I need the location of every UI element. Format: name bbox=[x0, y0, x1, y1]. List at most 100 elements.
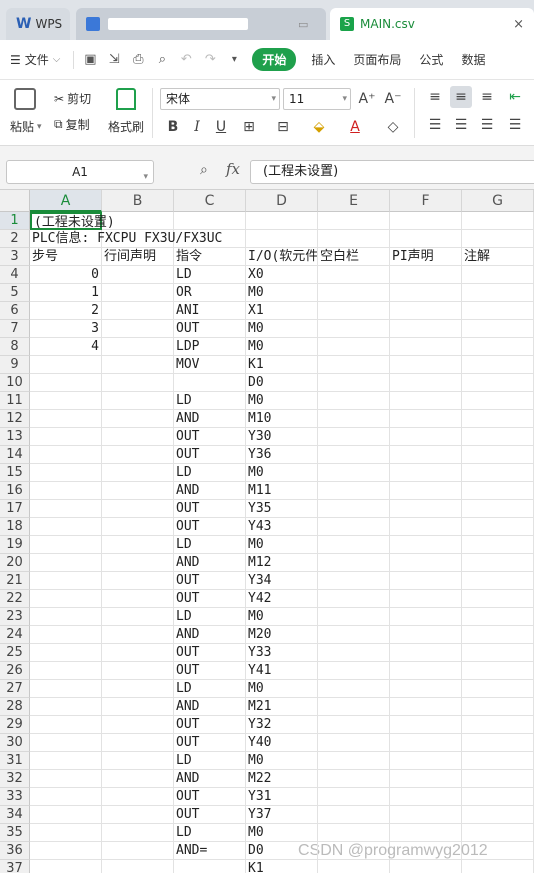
cell-c26[interactable]: OUT bbox=[174, 662, 246, 680]
align-bottom-icon[interactable]: ≡ bbox=[476, 86, 498, 108]
cell-e29[interactable] bbox=[318, 716, 390, 734]
cell-e6[interactable] bbox=[318, 302, 390, 320]
cell-b21[interactable] bbox=[102, 572, 174, 590]
cell-e27[interactable] bbox=[318, 680, 390, 698]
cell-b16[interactable] bbox=[102, 482, 174, 500]
cell-a1[interactable]: (工程未设置) bbox=[30, 212, 115, 230]
row-header[interactable]: 35 bbox=[0, 824, 30, 842]
row-header[interactable]: 16 bbox=[0, 482, 30, 500]
cell-c29[interactable]: OUT bbox=[174, 716, 246, 734]
cell-g6[interactable] bbox=[462, 302, 534, 320]
cell-a5[interactable]: 1 bbox=[30, 284, 102, 302]
cell-a16[interactable] bbox=[30, 482, 102, 500]
cell-d3[interactable]: I/O(软元件) bbox=[246, 248, 318, 266]
cell-a11[interactable] bbox=[30, 392, 102, 410]
select-all-corner[interactable] bbox=[0, 190, 30, 212]
cell-d6[interactable]: X1 bbox=[246, 302, 318, 320]
cell-b13[interactable] bbox=[102, 428, 174, 446]
cell-c3[interactable]: 指令 bbox=[174, 248, 246, 266]
cell-a18[interactable] bbox=[30, 518, 102, 536]
cell-f31[interactable] bbox=[390, 752, 462, 770]
borders-icon[interactable]: ⊞ bbox=[238, 116, 260, 138]
cell-e10[interactable] bbox=[318, 374, 390, 392]
cell-f17[interactable] bbox=[390, 500, 462, 518]
cell-e19[interactable] bbox=[318, 536, 390, 554]
cell-e4[interactable] bbox=[318, 266, 390, 284]
cell-e25[interactable] bbox=[318, 644, 390, 662]
cell-b5[interactable] bbox=[102, 284, 174, 302]
cell-g27[interactable] bbox=[462, 680, 534, 698]
cell-e1[interactable] bbox=[318, 212, 390, 230]
cell-f32[interactable] bbox=[390, 770, 462, 788]
cell-c25[interactable]: OUT bbox=[174, 644, 246, 662]
cell-g16[interactable] bbox=[462, 482, 534, 500]
cell-c20[interactable]: AND bbox=[174, 554, 246, 572]
cell-a7[interactable]: 3 bbox=[30, 320, 102, 338]
cell-e12[interactable] bbox=[318, 410, 390, 428]
cell-c21[interactable]: OUT bbox=[174, 572, 246, 590]
cell-d10[interactable]: D0 bbox=[246, 374, 318, 392]
row-header[interactable]: 36 bbox=[0, 842, 30, 860]
cell-d13[interactable]: Y30 bbox=[246, 428, 318, 446]
cell-f24[interactable] bbox=[390, 626, 462, 644]
row-header[interactable]: 25 bbox=[0, 644, 30, 662]
cell-b31[interactable] bbox=[102, 752, 174, 770]
cell-e7[interactable] bbox=[318, 320, 390, 338]
cell-a34[interactable] bbox=[30, 806, 102, 824]
column-header-e[interactable]: E bbox=[318, 190, 390, 212]
cell-c7[interactable]: OUT bbox=[174, 320, 246, 338]
row-header[interactable]: 33 bbox=[0, 788, 30, 806]
cell-d28[interactable]: M21 bbox=[246, 698, 318, 716]
format-painter-icon[interactable] bbox=[116, 88, 136, 110]
cell-f3[interactable]: PI声明 bbox=[390, 248, 462, 266]
row-header[interactable]: 1 bbox=[0, 212, 30, 230]
cell-g7[interactable] bbox=[462, 320, 534, 338]
cell-a26[interactable] bbox=[30, 662, 102, 680]
cell-e5[interactable] bbox=[318, 284, 390, 302]
cell-b7[interactable] bbox=[102, 320, 174, 338]
cell-b34[interactable] bbox=[102, 806, 174, 824]
column-header-f[interactable]: F bbox=[390, 190, 462, 212]
cell-e21[interactable] bbox=[318, 572, 390, 590]
cell-b24[interactable] bbox=[102, 626, 174, 644]
cell-b8[interactable] bbox=[102, 338, 174, 356]
cell-d22[interactable]: Y42 bbox=[246, 590, 318, 608]
cell-b20[interactable] bbox=[102, 554, 174, 572]
cell-g35[interactable] bbox=[462, 824, 534, 842]
cell-b11[interactable] bbox=[102, 392, 174, 410]
align-top-icon[interactable]: ≡ bbox=[424, 86, 446, 108]
print-icon[interactable]: ⎙ bbox=[126, 52, 150, 67]
cell-c22[interactable]: OUT bbox=[174, 590, 246, 608]
cell-a17[interactable] bbox=[30, 500, 102, 518]
cell-d34[interactable]: Y37 bbox=[246, 806, 318, 824]
row-header[interactable]: 12 bbox=[0, 410, 30, 428]
cell-e37[interactable] bbox=[318, 860, 390, 873]
undo-icon[interactable]: ↶ bbox=[174, 52, 198, 67]
column-header-g[interactable]: G bbox=[462, 190, 534, 212]
cell-e11[interactable] bbox=[318, 392, 390, 410]
cell-c34[interactable]: OUT bbox=[174, 806, 246, 824]
cell-b22[interactable] bbox=[102, 590, 174, 608]
cell-d23[interactable]: M0 bbox=[246, 608, 318, 626]
cell-a37[interactable] bbox=[30, 860, 102, 873]
cell-d15[interactable]: M0 bbox=[246, 464, 318, 482]
cell-f26[interactable] bbox=[390, 662, 462, 680]
cell-d24[interactable]: M20 bbox=[246, 626, 318, 644]
cell-g33[interactable] bbox=[462, 788, 534, 806]
cell-a19[interactable] bbox=[30, 536, 102, 554]
cell-a28[interactable] bbox=[30, 698, 102, 716]
cell-f2[interactable] bbox=[390, 230, 462, 248]
cell-c6[interactable]: ANI bbox=[174, 302, 246, 320]
row-header[interactable]: 5 bbox=[0, 284, 30, 302]
cell-f23[interactable] bbox=[390, 608, 462, 626]
cell-c23[interactable]: LD bbox=[174, 608, 246, 626]
cell-c4[interactable]: LD bbox=[174, 266, 246, 284]
cell-g8[interactable] bbox=[462, 338, 534, 356]
cell-b35[interactable] bbox=[102, 824, 174, 842]
cell-a14[interactable] bbox=[30, 446, 102, 464]
cell-e23[interactable] bbox=[318, 608, 390, 626]
cell-b30[interactable] bbox=[102, 734, 174, 752]
row-header[interactable]: 7 bbox=[0, 320, 30, 338]
cell-f8[interactable] bbox=[390, 338, 462, 356]
row-header[interactable]: 15 bbox=[0, 464, 30, 482]
